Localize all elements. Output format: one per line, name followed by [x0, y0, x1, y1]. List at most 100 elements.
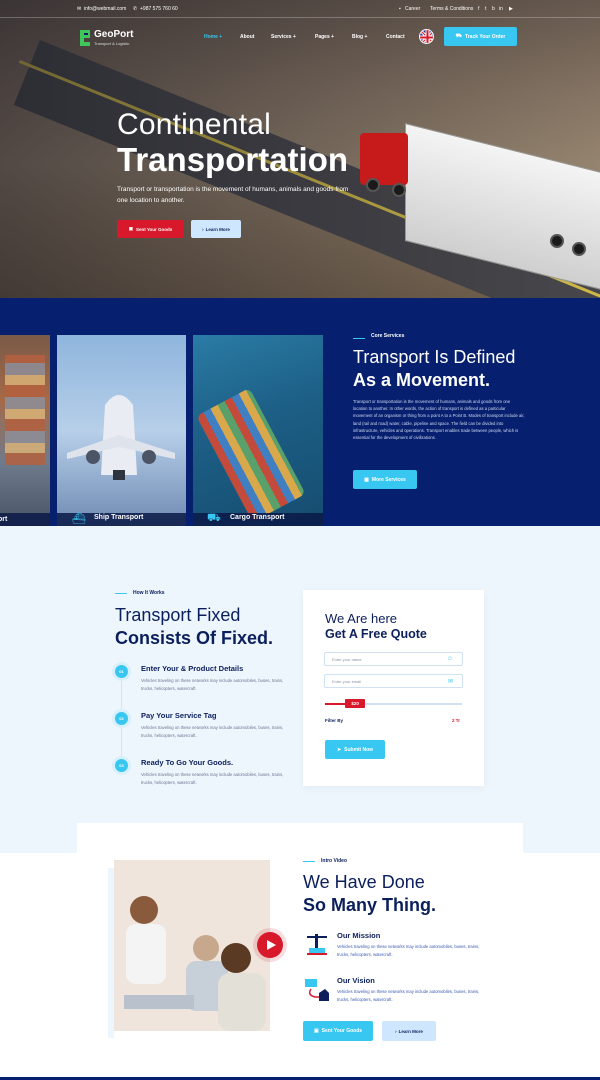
filter-label: Filter By — [325, 718, 344, 723]
price-slider-handle[interactable]: $20 — [345, 699, 366, 708]
nav-item-home[interactable]: Home + — [204, 34, 222, 40]
nav-item-about[interactable]: About — [240, 34, 254, 40]
career-icon: ▪ — [399, 6, 401, 12]
ship-icon: ⛴ — [72, 513, 86, 525]
facebook-icon[interactable]: f — [478, 6, 479, 12]
feature-title: Our Vision — [337, 976, 375, 985]
card-title: Ship Transport — [94, 514, 144, 521]
services-eyebrow: Core Services — [371, 333, 405, 339]
containers-image — [5, 355, 45, 465]
nav-item-contact[interactable]: Contact — [386, 34, 405, 40]
email-icon: ✉ — [77, 6, 82, 12]
step-number: 01 — [115, 665, 128, 678]
services-title-bold: As a Movement. — [353, 370, 491, 390]
card-title: ort — [0, 516, 8, 523]
video-send-goods-label: Sent Your Goods — [321, 1028, 363, 1034]
send-icon: ➤ — [336, 746, 342, 753]
truck-wheel — [550, 234, 564, 248]
topbar-email[interactable]: info@webmail.com — [84, 6, 126, 12]
crane-icon — [307, 934, 327, 955]
nav-item-pages[interactable]: Pages + — [315, 34, 334, 40]
more-services-label: More Services — [371, 476, 406, 483]
hero-paragraph: Transport or transportation is the movem… — [117, 186, 349, 204]
linkedin-icon[interactable]: in — [499, 6, 503, 12]
box-icon: ▣ — [313, 1028, 319, 1034]
step-description: Vehicles traveling on these networks may… — [141, 678, 284, 691]
youtube-icon[interactable]: ▶ — [509, 6, 513, 12]
intro-video-section — [0, 853, 600, 1080]
uk-flag-icon[interactable] — [419, 29, 434, 44]
more-services-button[interactable]: ▦ More Services — [353, 470, 417, 489]
how-it-works-section — [0, 526, 600, 856]
video-learn-more-button[interactable]: › Learn More — [382, 1021, 436, 1041]
feature-title: Our Mission — [337, 931, 381, 940]
video-eyebrow: Intro Video — [321, 858, 348, 864]
logo-icon[interactable] — [78, 28, 92, 48]
topbar-terms[interactable]: Terms & Conditions — [430, 6, 473, 12]
grid-icon: ▦ — [364, 476, 369, 483]
user-icon: ☺ — [446, 656, 453, 662]
truck-icon: ⛟ — [207, 512, 221, 524]
team-photo — [114, 860, 270, 1031]
how-eyebrow: How It Works — [133, 590, 165, 596]
hero-title-bold: Transportation — [117, 141, 349, 178]
quote-title-bold: Get A Free Quote — [325, 627, 427, 641]
hero-send-goods-button[interactable]: ▣ Sent Your Goods — [117, 220, 184, 238]
nav-item-services[interactable]: Services + — [271, 34, 296, 40]
airplane-image — [67, 395, 175, 480]
how-title-bold: Consists Of Fixed. — [115, 628, 274, 648]
team-photo-illustration — [114, 860, 270, 1031]
brand-name[interactable]: GeoPort — [94, 29, 133, 40]
twitter-icon[interactable]: t — [485, 6, 486, 12]
hero-learn-more-label: Learn More — [205, 226, 230, 232]
service-card-rail[interactable]: ort — [0, 335, 50, 549]
step-number: 03 — [115, 759, 128, 772]
video-send-goods-button[interactable]: ▣ Sent Your Goods — [303, 1021, 373, 1041]
step-title: Enter Your & Product Details — [141, 664, 244, 673]
route-icon — [305, 979, 329, 1001]
step-title: Ready To Go Your Goods. — [141, 758, 234, 767]
truck-wheel — [392, 183, 406, 197]
name-placeholder: Enter your name — [332, 656, 362, 662]
truck-wheel — [366, 178, 380, 192]
eyebrow-line — [303, 861, 315, 862]
name-field[interactable]: Enter your name ☺ — [324, 652, 463, 666]
video-title-light: We Have Done — [303, 872, 425, 892]
email-placeholder: Enter your email — [332, 678, 362, 684]
card-title: Cargo Transport — [230, 514, 285, 521]
video-title-bold: So Many Thing. — [303, 895, 436, 915]
service-card-cargo[interactable]: ⛟ Cargo Transport Discover More — [193, 335, 323, 549]
services-paragraph: Transport or transportation is the movem… — [353, 399, 525, 441]
envelope-icon: ✉ — [447, 678, 453, 685]
play-video-button[interactable] — [257, 932, 283, 958]
submit-now-button[interactable]: ➤ Submit Now — [325, 740, 385, 759]
box-icon: ▣ — [128, 226, 133, 231]
arrow-icon: › — [202, 226, 204, 232]
how-title-light: Transport Fixed — [115, 605, 241, 625]
topbar-career[interactable]: Career — [405, 6, 420, 12]
step-title: Pay Your Service Tag — [141, 711, 217, 720]
behance-icon[interactable]: b — [492, 6, 495, 12]
step-number: 02 — [115, 712, 128, 725]
hero-learn-more-button[interactable]: › Learn More — [191, 220, 241, 238]
services-title-light: Transport Is Defined — [353, 347, 516, 367]
quote-title-light: We Are here — [325, 611, 398, 626]
truck-icon: ⛟ — [455, 33, 462, 39]
hero-send-goods-label: Sent Your Goods — [135, 226, 173, 232]
step-description: Vehicles traveling on these networks may… — [141, 772, 284, 785]
video-panel-top — [77, 823, 523, 857]
nav-item-blog[interactable]: Blog + — [352, 34, 367, 40]
topbar-phone[interactable]: +987 575 760 60 — [140, 6, 178, 12]
filter-value[interactable]: 2 Tr — [452, 718, 460, 723]
top-bar: ✉ info@webmail.com ✆ +987 575 760 60 ▪ C… — [0, 0, 600, 18]
video-learn-more-label: Learn More — [398, 1028, 423, 1034]
service-card-ship[interactable]: ⛴ Ship Transport Discover More — [57, 335, 186, 549]
email-field[interactable]: Enter your email ✉ — [324, 674, 463, 688]
track-order-button[interactable]: ⛟ Track Your Order — [444, 27, 517, 46]
feature-description: Vehicles traveling on these networks may… — [337, 944, 480, 957]
brand-tagline: Transport & Logistic — [94, 41, 130, 46]
eyebrow-line — [353, 338, 365, 339]
cargo-ship-image — [196, 387, 306, 523]
truck-wheel — [572, 242, 586, 256]
step-description: Vehicles traveling on these networks may… — [141, 725, 284, 738]
